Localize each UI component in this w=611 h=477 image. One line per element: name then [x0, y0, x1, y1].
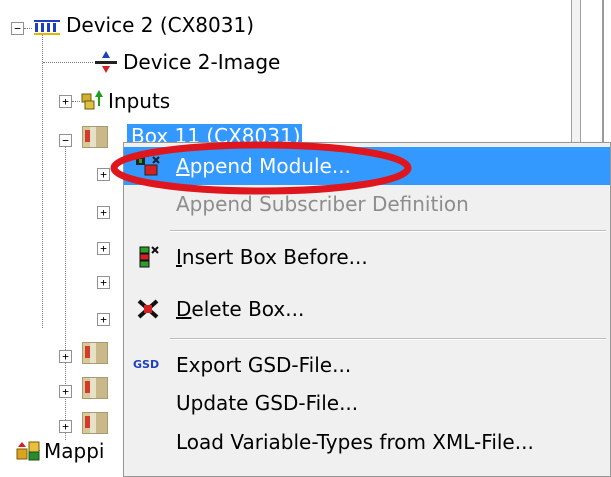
highlight-circle [110, 141, 412, 195]
box-icon [82, 342, 108, 364]
device-icon [32, 16, 62, 38]
gsd-icon: GSD [133, 358, 160, 371]
expand-toggle[interactable]: + [97, 313, 110, 326]
insert-box-icon [137, 245, 159, 269]
expand-toggle[interactable]: + [97, 242, 110, 255]
tree-line [43, 62, 93, 63]
mnemonic-d: D [176, 297, 192, 321]
tree-item-image[interactable]: Device 2-Image [123, 48, 280, 76]
box-icon [82, 377, 108, 399]
box-icon [82, 126, 108, 148]
menu-item-load-variable-types[interactable]: Load Variable-Types from XML-File... [124, 423, 610, 461]
menu-separator [170, 230, 606, 232]
menu-item-label: Export GSD-File... [176, 353, 352, 377]
menu-item-delete-box[interactable]: Delete Box... [124, 290, 610, 328]
menu-item-update-gsd[interactable]: Update GSD-File... [124, 384, 610, 422]
mapping-icon [16, 440, 42, 462]
menu-item-insert-box[interactable]: Insert Box Before... [124, 238, 610, 276]
tree-item-mapping[interactable]: Mappi [44, 437, 104, 465]
collapse-toggle[interactable]: − [59, 134, 72, 147]
image-icon [94, 50, 118, 74]
tree-item-device[interactable]: Device 2 (CX8031) [66, 11, 254, 39]
menu-item-export-gsd[interactable]: GSD Export GSD-File... [124, 346, 610, 384]
scroll-edge [602, 0, 604, 142]
expand-toggle[interactable]: + [59, 350, 72, 363]
menu-item-label: nsert Box Before... [181, 245, 368, 269]
tree-item-inputs[interactable]: Inputs [108, 87, 170, 115]
menu-item-label: Update GSD-File... [176, 391, 359, 415]
collapse-toggle[interactable]: − [11, 22, 24, 35]
menu-separator [170, 338, 606, 340]
expand-toggle[interactable]: + [97, 206, 110, 219]
expand-toggle[interactable]: + [59, 420, 72, 433]
inputs-icon [80, 88, 104, 112]
delete-box-icon [136, 298, 160, 320]
menu-item-label: elete Box... [191, 297, 305, 321]
expand-toggle[interactable]: + [59, 95, 72, 108]
tree-line [42, 28, 43, 328]
box-icon [82, 412, 108, 434]
splitter[interactable] [571, 0, 581, 142]
menu-item-label: Load Variable-Types from XML-File... [176, 430, 534, 454]
expand-toggle[interactable]: + [97, 276, 110, 289]
expand-toggle[interactable]: + [59, 385, 72, 398]
